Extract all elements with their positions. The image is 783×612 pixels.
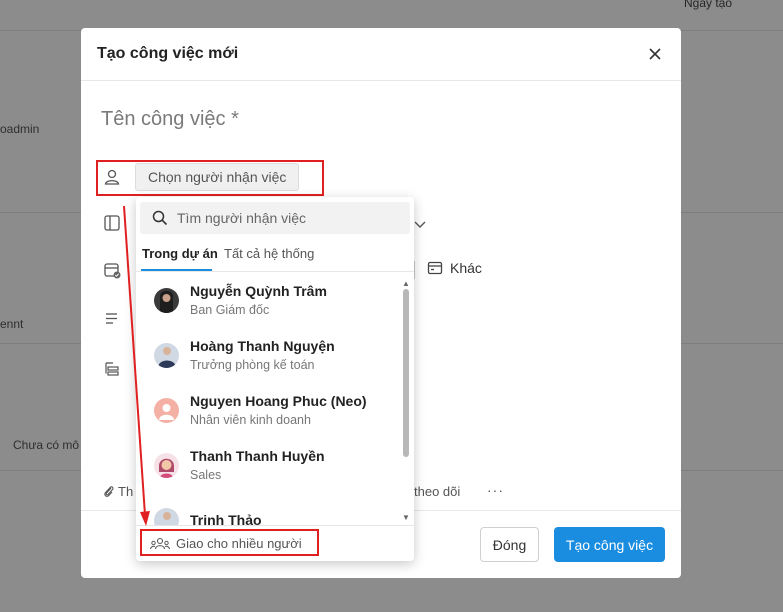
annotation-arrow xyxy=(123,205,150,526)
